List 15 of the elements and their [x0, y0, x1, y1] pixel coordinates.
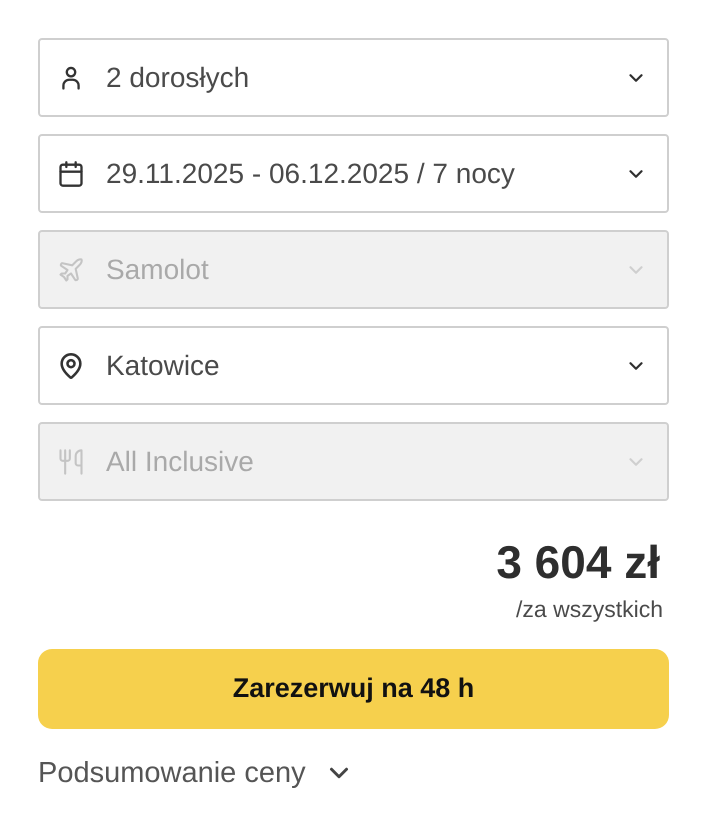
utensils-icon	[57, 448, 85, 476]
dropdown-field[interactable]: Katowice	[38, 326, 669, 405]
calendar-icon	[57, 160, 85, 188]
dropdown-field[interactable]: 29.11.2025 - 06.12.2025 / 7 nocy	[38, 134, 669, 213]
field-value: Katowice	[106, 350, 221, 382]
field-value: All Inclusive	[106, 446, 255, 478]
field-value: Samolot	[106, 254, 210, 286]
price-summary-toggle[interactable]: Podsumowanie ceny	[38, 756, 354, 790]
dropdown-field[interactable]: 2 dorosłych	[38, 38, 669, 117]
total-price: 3 604 zł	[496, 537, 660, 588]
plane-icon	[57, 256, 85, 284]
field-value: 29.11.2025 - 06.12.2025 / 7 nocy	[106, 158, 516, 190]
price-note: /za wszystkich	[516, 596, 663, 623]
book-button[interactable]: Zarezerwuj na 48 h	[38, 648, 669, 729]
field-value: 2 dorosłych	[106, 62, 250, 94]
